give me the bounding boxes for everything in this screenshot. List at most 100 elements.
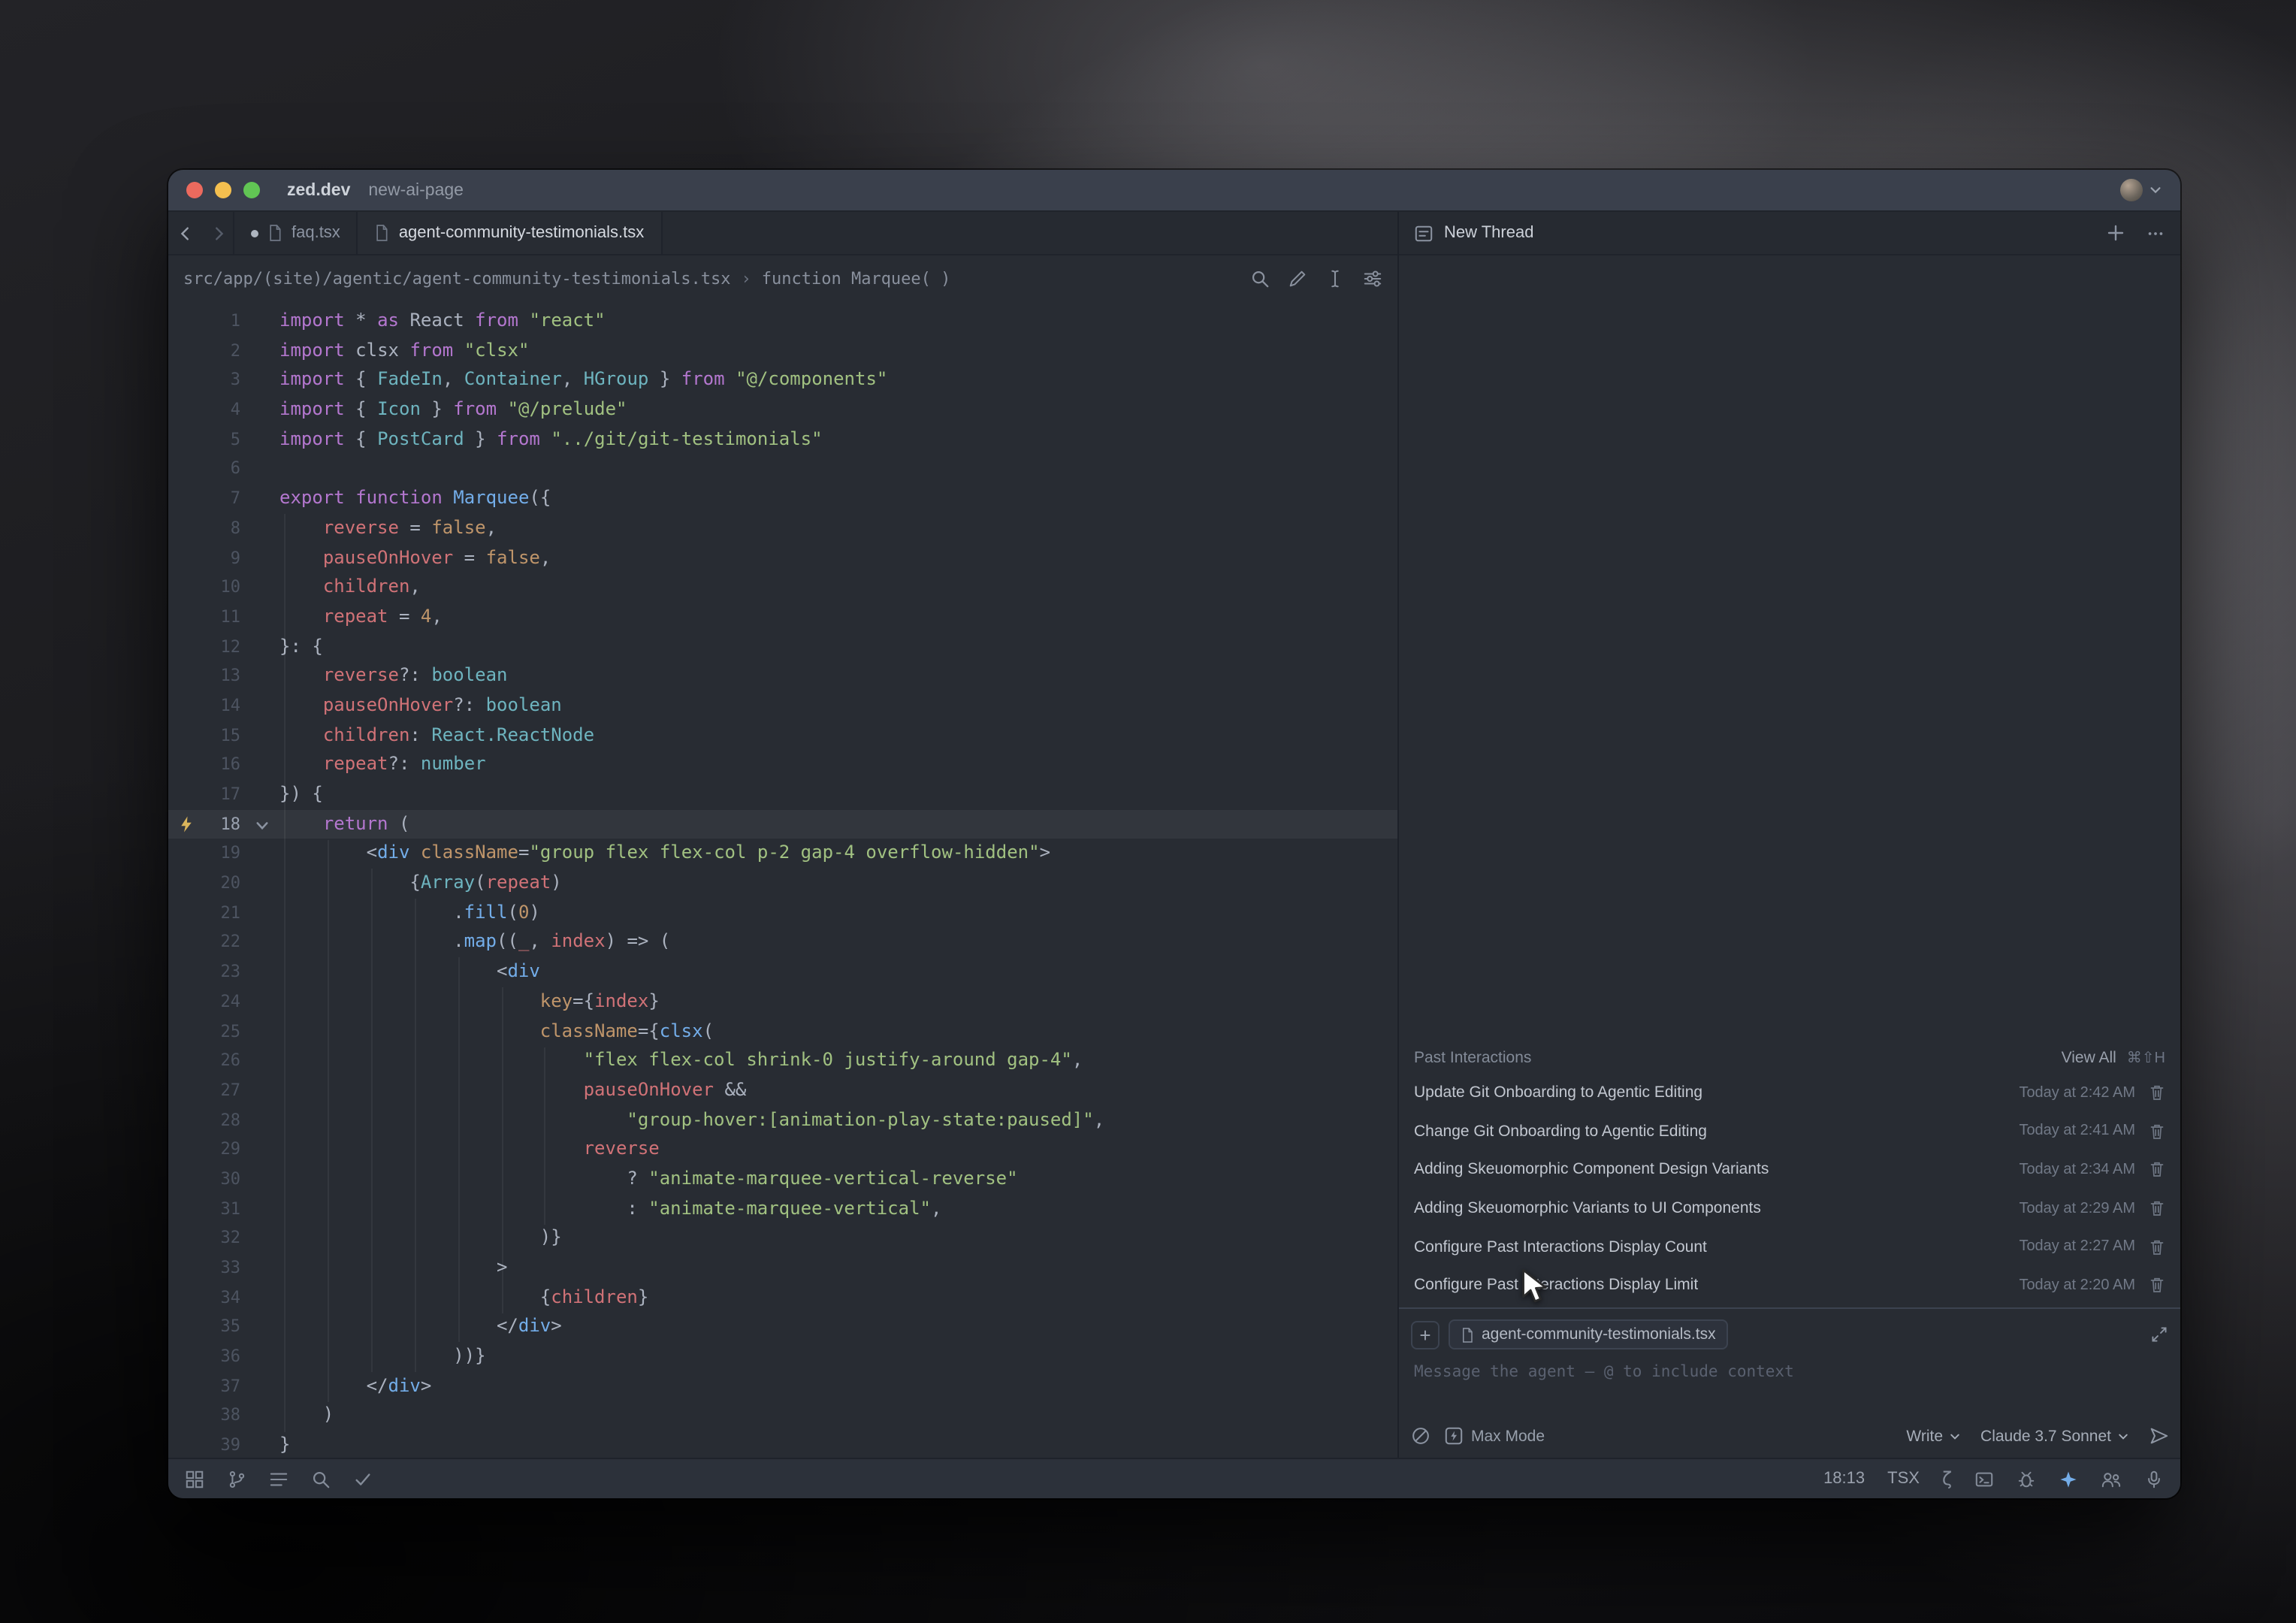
code-text[interactable]: pauseOnHover = false, xyxy=(279,543,1397,573)
gutter-line-number[interactable]: 32 xyxy=(168,1224,279,1253)
send-message-button[interactable] xyxy=(2149,1426,2168,1446)
code-text[interactable]: .map((_, index) => ( xyxy=(279,928,1397,957)
code-line-11[interactable]: 11 repeat = 4, xyxy=(168,603,1397,632)
gutter-line-number[interactable]: 21 xyxy=(168,899,279,928)
gutter-line-number[interactable]: 11 xyxy=(168,603,279,632)
delete-thread-icon[interactable] xyxy=(2149,1199,2165,1217)
code-line-34[interactable]: 34 {children} xyxy=(168,1283,1397,1312)
code-text[interactable]: <div className="group flex flex-col p-2 … xyxy=(279,839,1397,869)
run-indicator-icon[interactable] xyxy=(177,814,195,833)
code-text[interactable]: reverse xyxy=(279,1135,1397,1165)
navigate-forward-button[interactable] xyxy=(201,212,234,254)
gutter-line-number[interactable]: 15 xyxy=(168,721,279,750)
breadcrumb[interactable]: src/app/(site)/agentic/agent-community-t… xyxy=(168,255,1397,301)
code-line-18[interactable]: 18 return ( xyxy=(168,809,1397,839)
gutter-line-number[interactable]: 9 xyxy=(168,543,279,573)
code-text[interactable]: children: React.ReactNode xyxy=(279,721,1397,750)
navigate-back-button[interactable] xyxy=(168,212,201,254)
code-line-39[interactable]: 39} xyxy=(168,1431,1397,1458)
code-text[interactable]: {Array(repeat) xyxy=(279,869,1397,898)
code-text[interactable]: import { FadeIn, Container, HGroup } fro… xyxy=(279,366,1397,395)
close-window-button[interactable] xyxy=(186,182,203,198)
view-all-button[interactable]: View All xyxy=(2062,1050,2116,1068)
delete-thread-icon[interactable] xyxy=(2149,1123,2165,1141)
expand-composer-icon[interactable] xyxy=(2150,1325,2168,1343)
code-text[interactable]: ) xyxy=(279,1401,1397,1431)
gutter-line-number[interactable]: 27 xyxy=(168,1076,279,1105)
mode-selector[interactable]: Write xyxy=(1906,1427,1961,1445)
past-interaction-row[interactable]: Update Git Onboarding to Agentic Editing… xyxy=(1399,1074,2180,1112)
code-line-10[interactable]: 10 children, xyxy=(168,573,1397,602)
code-line-12[interactable]: 12}: { xyxy=(168,632,1397,661)
panel-menu-button[interactable] xyxy=(2146,223,2165,243)
code-text[interactable]: children, xyxy=(279,573,1397,602)
code-text[interactable]: pauseOnHover && xyxy=(279,1076,1397,1105)
gutter-line-number[interactable]: 10 xyxy=(168,573,279,602)
code-text[interactable]: }) { xyxy=(279,780,1397,809)
code-editor[interactable]: 1import * as React from "react"2import c… xyxy=(168,301,1397,1458)
gutter-line-number[interactable]: 16 xyxy=(168,751,279,780)
code-line-6[interactable]: 6 xyxy=(168,455,1397,484)
code-line-7[interactable]: 7export function Marquee({ xyxy=(168,484,1397,513)
code-text[interactable]: reverse?: boolean xyxy=(279,662,1397,691)
code-line-3[interactable]: 3import { FadeIn, Container, HGroup } fr… xyxy=(168,366,1397,395)
code-text[interactable]: ))} xyxy=(279,1342,1397,1371)
code-line-9[interactable]: 9 pauseOnHover = false, xyxy=(168,543,1397,573)
fullscreen-window-button[interactable] xyxy=(243,182,260,198)
past-interaction-row[interactable]: Configure Past Interactions Display Coun… xyxy=(1399,1228,2180,1266)
code-text[interactable]: reverse = false, xyxy=(279,514,1397,543)
search-panel-icon[interactable] xyxy=(311,1469,331,1489)
past-interaction-row[interactable]: Change Git Onboarding to Agentic Editing… xyxy=(1399,1112,2180,1150)
gutter-line-number[interactable]: 24 xyxy=(168,987,279,1017)
gutter-line-number[interactable]: 14 xyxy=(168,691,279,721)
collaboration-icon[interactable] xyxy=(2101,1469,2122,1489)
code-line-14[interactable]: 14 pauseOnHover?: boolean xyxy=(168,691,1397,721)
code-text[interactable]: </div> xyxy=(279,1313,1397,1342)
tab-agent-community-testimonials[interactable]: agent-community-testimonials.tsx xyxy=(357,212,662,254)
code-line-8[interactable]: 8 reverse = false, xyxy=(168,514,1397,543)
code-line-24[interactable]: 24 key={index} xyxy=(168,987,1397,1017)
code-line-32[interactable]: 32 )} xyxy=(168,1224,1397,1253)
gutter-line-number[interactable]: 6 xyxy=(168,455,279,484)
past-interaction-row[interactable]: Adding Skeuomorphic Component Design Var… xyxy=(1399,1150,2180,1189)
code-text[interactable]: .fill(0) xyxy=(279,899,1397,928)
code-line-28[interactable]: 28 "group-hover:[animation-play-state:pa… xyxy=(168,1105,1397,1135)
code-line-22[interactable]: 22 .map((_, index) => ( xyxy=(168,928,1397,957)
code-line-13[interactable]: 13 reverse?: boolean xyxy=(168,662,1397,691)
code-text[interactable]: } xyxy=(279,1431,1397,1458)
past-interaction-row[interactable]: Adding Skeuomorphic Variants to UI Compo… xyxy=(1399,1189,2180,1227)
past-interaction-row[interactable]: Configure Past Interactions Display Limi… xyxy=(1399,1266,2180,1304)
code-line-29[interactable]: 29 reverse xyxy=(168,1135,1397,1165)
code-text[interactable]: ? "animate-marquee-vertical-reverse" xyxy=(279,1165,1397,1194)
assistant-panel-icon[interactable] xyxy=(2059,1469,2078,1489)
code-line-1[interactable]: 1import * as React from "react" xyxy=(168,307,1397,336)
code-line-30[interactable]: 30 ? "animate-marquee-vertical-reverse" xyxy=(168,1165,1397,1194)
debugger-icon[interactable] xyxy=(2017,1469,2036,1489)
burn-mode-icon[interactable] xyxy=(1411,1426,1430,1446)
code-line-38[interactable]: 38 ) xyxy=(168,1401,1397,1431)
code-line-17[interactable]: 17}) { xyxy=(168,780,1397,809)
gutter-line-number[interactable]: 20 xyxy=(168,869,279,898)
code-line-5[interactable]: 5import { PostCard } from "../git/git-te… xyxy=(168,425,1397,455)
gutter-line-number[interactable]: 26 xyxy=(168,1046,279,1075)
gutter-line-number[interactable]: 18 xyxy=(168,809,279,839)
gutter-line-number[interactable]: 22 xyxy=(168,928,279,957)
code-text[interactable]: return ( xyxy=(279,809,1397,839)
project-panel-icon[interactable] xyxy=(185,1469,204,1489)
code-line-2[interactable]: 2import clsx from "clsx" xyxy=(168,336,1397,365)
code-line-27[interactable]: 27 pauseOnHover && xyxy=(168,1076,1397,1105)
tab-faq[interactable]: faq.tsx xyxy=(233,212,358,254)
gutter-line-number[interactable]: 8 xyxy=(168,514,279,543)
code-line-16[interactable]: 16 repeat?: number xyxy=(168,751,1397,780)
code-text[interactable]: > xyxy=(279,1253,1397,1283)
code-text[interactable]: import clsx from "clsx" xyxy=(279,336,1397,365)
code-text[interactable]: <div xyxy=(279,957,1397,987)
gutter-line-number[interactable]: 28 xyxy=(168,1105,279,1135)
code-text[interactable]: )} xyxy=(279,1224,1397,1253)
delete-thread-icon[interactable] xyxy=(2149,1238,2165,1256)
git-branch-icon[interactable] xyxy=(227,1469,246,1489)
code-line-15[interactable]: 15 children: React.ReactNode xyxy=(168,721,1397,750)
code-text[interactable]: </div> xyxy=(279,1372,1397,1401)
gutter-line-number[interactable]: 38 xyxy=(168,1401,279,1431)
add-context-button[interactable]: + xyxy=(1411,1320,1440,1349)
